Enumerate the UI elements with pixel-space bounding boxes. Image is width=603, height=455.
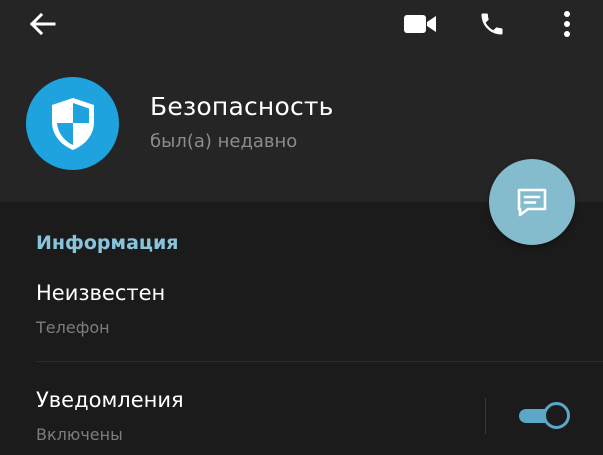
arrow-left-icon [29,12,56,36]
send-message-button[interactable] [489,159,575,245]
phone-icon [481,13,503,35]
phone-value[interactable]: Неизвестен [36,281,165,305]
avatar[interactable] [26,77,119,170]
notifications-toggle[interactable] [517,401,571,431]
more-vertical-icon [564,11,570,37]
profile-name: Безопасность [150,92,334,121]
call-button[interactable] [472,6,512,42]
video-camera-icon [404,15,436,33]
divider [36,361,603,362]
back-button[interactable] [22,6,62,42]
notifications-status: Включены [36,425,123,444]
video-call-button[interactable] [398,6,442,42]
shield-icon [51,97,94,150]
profile-status: был(а) недавно [150,131,298,152]
toggle-thumb [543,402,570,429]
section-title-info: Информация [36,232,179,254]
more-options-button[interactable] [550,6,584,42]
message-icon [517,188,547,217]
phone-label: Телефон [36,318,110,337]
notifications-title: Уведомления [36,388,184,412]
vertical-separator [485,398,486,434]
